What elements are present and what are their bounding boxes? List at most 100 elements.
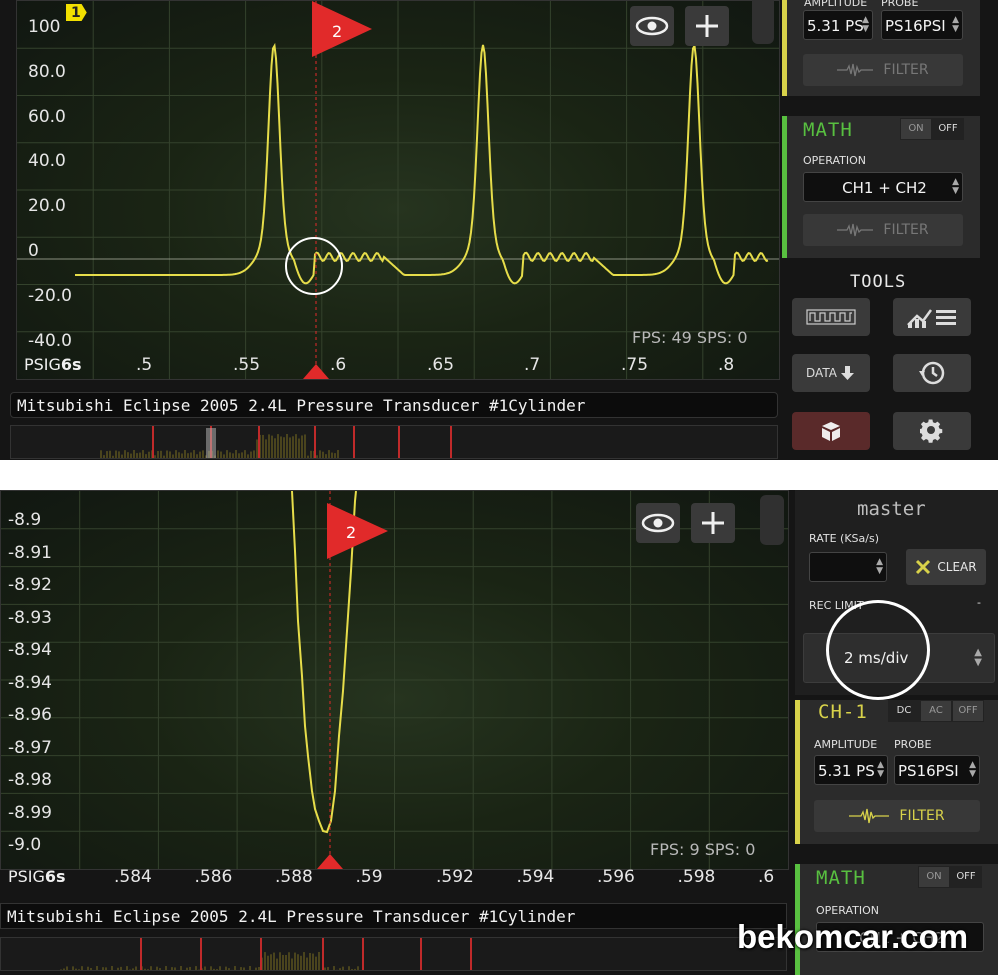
- cursor-trigger-marker: [317, 854, 343, 869]
- x-tick-label: .586: [194, 867, 233, 887]
- add-button-top[interactable]: [685, 6, 729, 46]
- math-off-button[interactable]: OFF: [950, 866, 982, 888]
- gear-icon: [920, 419, 943, 443]
- y-tick-label: -8.93: [8, 607, 52, 628]
- off-button[interactable]: OFF: [952, 700, 984, 722]
- timeline-overview-top[interactable]: [10, 425, 778, 459]
- top-scope-screen: 2 1 100 80.0 60.0 40.0 20.0 0 -20.0 -40.0 .5.55…: [0, 0, 998, 460]
- timeline-overview-bottom[interactable]: [0, 937, 787, 971]
- cylinder-pressure-trace: [75, 42, 769, 285]
- waveform-plot-bottom[interactable]: 2: [0, 490, 789, 870]
- clear-button[interactable]: CLEAR: [906, 549, 986, 585]
- probe-select-top[interactable]: PS16PSI ▲ ▼: [881, 10, 963, 40]
- waveform-title-bottom[interactable]: Mitsubishi Eclipse 2005 2.4L Pressure Tr…: [0, 903, 787, 929]
- y-tick-label: -20.0: [28, 285, 72, 306]
- stepper-icon: ▲ ▼: [952, 177, 959, 196]
- x-tick-label: .598: [677, 867, 716, 887]
- stepper-icon: ▲ ▼: [969, 760, 976, 779]
- plus-icon: [702, 512, 724, 534]
- x-tick-label: .75: [621, 355, 649, 375]
- scroll-tab-bottom[interactable]: [760, 495, 784, 545]
- ch1-panel-top: AMPLITUDE PROBE 5.31 PS ▲ ▼ PS16PSI ▲ ▼ FI…: [782, 0, 980, 96]
- y-tick-label: -8.92: [8, 575, 52, 595]
- add-button-bottom[interactable]: [691, 503, 735, 543]
- x-tick-label: .7: [524, 355, 541, 375]
- y-tick-label: 20.0: [28, 196, 66, 217]
- unit-label-bottom: PSIG6s: [8, 867, 66, 886]
- x-tick-label: .59: [355, 867, 383, 887]
- cursor-flag-label: 2: [332, 22, 342, 41]
- math-on-button[interactable]: ON: [900, 118, 932, 140]
- y-tick-label: -8.98: [8, 770, 52, 790]
- stepper-icon: ▲ ▼: [877, 760, 884, 779]
- rate-select[interactable]: ▲ ▼: [809, 552, 887, 582]
- y-tick-label: -8.94: [8, 640, 52, 660]
- x-tick-label: .5: [136, 355, 153, 375]
- amplitude-select-top[interactable]: 5.31 PS ▲ ▼: [803, 10, 873, 40]
- math-title: MATH: [816, 867, 866, 889]
- bottom-scope-screen: 2 -8.9 -8.91 -8.92 -8.93 -8.94 -8.94 -8.96 -8.9…: [0, 490, 998, 975]
- stepper-icon: ▲ ▼: [952, 15, 959, 34]
- operation-label: OPERATION: [816, 904, 879, 917]
- operation-select-top[interactable]: CH1 + CH2 ▲ ▼: [803, 172, 963, 202]
- close-icon: [916, 559, 931, 575]
- probe-label: PROBE: [894, 738, 932, 751]
- image-divider: [0, 460, 998, 490]
- measurements-tool-button[interactable]: [893, 298, 971, 336]
- math-on-button[interactable]: ON: [918, 866, 950, 888]
- amplitude-select-bottom[interactable]: 5.31 PS ▲ ▼: [814, 755, 888, 785]
- y-tick-label: -8.9: [8, 510, 42, 530]
- x-tick-label: .55: [233, 355, 261, 375]
- filter-button-bottom[interactable]: FILTER: [814, 800, 980, 832]
- tools-title: TOOLS: [850, 272, 907, 292]
- stepper-icon: ▲ ▼: [862, 15, 869, 34]
- cursor-flag: [327, 503, 388, 559]
- dc-button[interactable]: DC: [888, 700, 920, 722]
- stepper-icon: ▲ ▼: [974, 647, 982, 668]
- scroll-tab-top[interactable]: [752, 0, 774, 44]
- history-button[interactable]: [893, 354, 971, 392]
- waveform-icon: [849, 808, 890, 824]
- x-tick-label: .8: [718, 355, 735, 375]
- filter-label: FILTER: [883, 222, 929, 238]
- waveform-icon: [837, 63, 874, 77]
- visibility-button-top[interactable]: [630, 6, 674, 46]
- data-label: DATA: [806, 366, 837, 380]
- eye-icon: [641, 513, 675, 533]
- watermark: bekomcar.com: [737, 918, 969, 955]
- highlight-circle-bottom: [826, 600, 930, 700]
- coupling-toggle: DC AC OFF: [888, 700, 984, 722]
- square-wave-icon: [806, 309, 856, 325]
- x-tick-label: .594: [516, 867, 555, 887]
- timeline-markers-bottom: [60, 938, 472, 970]
- data-export-button[interactable]: DATA: [792, 354, 870, 392]
- filter-label: FILTER: [899, 808, 945, 824]
- history-icon: [919, 361, 945, 385]
- settings-button[interactable]: [893, 412, 971, 450]
- waveform-icon: [837, 223, 874, 237]
- highlight-circle-top: [285, 237, 343, 295]
- fps-stats-bottom: FPS: 9 SPS: 0: [650, 840, 756, 859]
- math-toggle: ON OFF: [918, 866, 982, 888]
- waveform-plot-top[interactable]: 2: [16, 0, 780, 380]
- y-tick-label: 60.0: [28, 106, 66, 127]
- filter-button-top[interactable]: FILTER: [803, 54, 963, 86]
- master-title: master: [857, 498, 926, 520]
- clear-label: CLEAR: [937, 560, 977, 574]
- operation-label: OPERATION: [803, 154, 866, 167]
- waveform-canvas-top: 2: [17, 1, 779, 379]
- x-tick-label: .6: [758, 867, 775, 887]
- waveform-title-top[interactable]: Mitsubishi Eclipse 2005 2.4L Pressure Tr…: [10, 392, 778, 418]
- y-tick-label: 0: [28, 241, 39, 261]
- visibility-button-bottom[interactable]: [636, 503, 680, 543]
- waveform-tool-button[interactable]: [792, 298, 870, 336]
- amplitude-value: 5.31 PS: [807, 17, 864, 35]
- probe-select-bottom[interactable]: PS16PSI ▲ ▼: [894, 755, 980, 785]
- y-tick-label: 80.0: [28, 61, 66, 82]
- ac-button[interactable]: AC: [920, 700, 952, 722]
- math-off-button[interactable]: OFF: [932, 118, 964, 140]
- waveform-canvas-bottom: 2: [1, 491, 788, 869]
- math-filter-button-top[interactable]: FILTER: [803, 214, 963, 246]
- 3d-view-button[interactable]: [792, 412, 870, 450]
- y-tick-label: -8.96: [8, 705, 52, 725]
